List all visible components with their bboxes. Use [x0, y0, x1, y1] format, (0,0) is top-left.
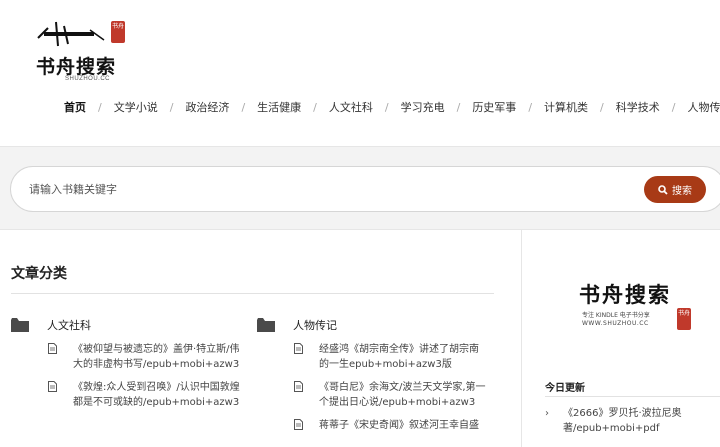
post-item[interactable]: 《敦煌:众人受到召唤》/认识中国敦煌都是不可或缺的/epub+mobi+azw3	[11, 380, 241, 410]
document-icon	[48, 381, 57, 392]
post-title[interactable]: 《敦煌:众人受到召唤》/认识中国敦煌都是不可或缺的/epub+mobi+azw3	[73, 380, 241, 410]
section-title: 文章分类	[11, 266, 67, 282]
document-icon	[294, 343, 303, 354]
section-divider	[11, 293, 494, 294]
sidebar-tagline: 专注 KINDLE 电子书分享	[582, 312, 650, 319]
nav-separator: /	[528, 100, 533, 114]
search-icon	[658, 184, 668, 195]
nav-separator: /	[313, 100, 317, 114]
document-icon	[48, 343, 57, 354]
nav-separator: /	[241, 100, 246, 114]
category-name[interactable]: 人物传记	[293, 317, 337, 333]
logo-subtitle: SHUZHOU.CC	[65, 76, 110, 82]
post-item[interactable]: 《哥白尼》余海文/波兰天文学家,第一个提出日心说/epub+mobi+azw3	[257, 380, 487, 410]
boat-logo-icon	[37, 21, 105, 47]
category-header[interactable]: 人文社科	[11, 316, 241, 334]
nav-item-computer[interactable]: 计算机类	[544, 99, 588, 115]
search-section: 搜索	[0, 146, 720, 230]
folder-icon	[257, 318, 275, 332]
sidebar-url: WWW.SHUZHOU.CC	[582, 320, 649, 327]
post-item[interactable]: 经盛鸿《胡宗南全传》讲述了胡宗南的一生epub+mobi+azw3版	[257, 342, 487, 372]
sidebar-logo-text: 书舟搜索	[579, 282, 671, 307]
category-block: 人文社科 《被仰望与被遗忘的》盖伊·特立斯/伟大的非虚构书写/epub+mobi…	[11, 316, 241, 410]
post-title[interactable]: 《哥白尼》余海文/波兰天文学家,第一个提出日心说/epub+mobi+azw3	[319, 380, 487, 410]
post-item[interactable]: 《被仰望与被遗忘的》盖伊·特立斯/伟大的非虚构书写/epub+mobi+azw3	[11, 342, 241, 372]
sidebar: 书舟搜索 专注 KINDLE 电子书分享 WWW.SHUZHOU.CC 书舟 今…	[523, 230, 720, 447]
main-nav: 首页 / 文学小说 / 政治经济 / 生活健康 / 人文社科 / 学习充电 / …	[64, 99, 720, 115]
nav-separator: /	[384, 100, 389, 114]
document-icon	[294, 381, 303, 392]
logo-seal: 书舟	[111, 21, 125, 43]
category-block: 人物传记 经盛鸿《胡宗南全传》讲述了胡宗南的一生epub+mobi+azw3版 …	[257, 316, 487, 433]
main-content: 文章分类 人文社科 《被仰望与被遗忘的》盖伊·特立斯/伟大的非虚构书写/epub…	[0, 230, 522, 447]
post-item[interactable]: 蒋蒂子《宋史奇闻》叙述河王幸自盛	[257, 418, 487, 433]
category-header[interactable]: 人物传记	[257, 316, 487, 334]
post-title[interactable]: 蒋蒂子《宋史奇闻》叙述河王幸自盛	[319, 418, 487, 433]
post-title[interactable]: 《被仰望与被遗忘的》盖伊·特立斯/伟大的非虚构书写/epub+mobi+azw3	[73, 342, 241, 372]
category-name[interactable]: 人文社科	[47, 317, 91, 333]
sidebar-divider	[545, 396, 720, 397]
nav-item-science-tech[interactable]: 科学技术	[616, 99, 660, 115]
post-title[interactable]: 经盛鸿《胡宗南全传》讲述了胡宗南的一生epub+mobi+azw3版	[319, 342, 487, 372]
nav-separator: /	[600, 100, 604, 114]
nav-item-literature[interactable]: 文学小说	[114, 99, 158, 115]
search-box: 搜索	[10, 166, 720, 212]
sidebar-seal: 书舟	[677, 308, 691, 330]
nav-item-biography[interactable]: 人物传记	[687, 99, 720, 115]
nav-item-life-health[interactable]: 生活健康	[257, 99, 301, 115]
search-button[interactable]: 搜索	[644, 176, 706, 203]
logo-text: 书舟搜索	[36, 56, 117, 78]
site-header: 书舟 书舟搜索 SHUZHOU.CC 首页 / 文学小说 / 政治经济 / 生活…	[0, 0, 720, 146]
sidebar-item-title[interactable]: 《2666》罗贝托·波拉尼奥著/epub+mobi+pdf	[563, 408, 682, 434]
sidebar-list-item[interactable]: › 《2666》罗贝托·波拉尼奥著/epub+mobi+pdf	[545, 406, 715, 436]
site-logo[interactable]: 书舟 书舟搜索 SHUZHOU.CC	[34, 16, 134, 86]
nav-separator: /	[671, 100, 676, 114]
nav-item-home[interactable]: 首页	[64, 99, 86, 115]
nav-item-humanities[interactable]: 人文社科	[329, 99, 373, 115]
document-icon	[294, 419, 303, 430]
nav-item-history-military[interactable]: 历史军事	[472, 99, 516, 115]
search-input[interactable]	[29, 167, 629, 211]
folder-icon	[11, 318, 29, 332]
nav-separator: /	[456, 100, 461, 114]
sidebar-section-title: 今日更新	[545, 383, 585, 394]
search-button-label: 搜索	[672, 186, 692, 197]
chevron-right-icon: ›	[545, 408, 549, 419]
nav-separator: /	[169, 100, 174, 114]
nav-item-politics-economy[interactable]: 政治经济	[185, 99, 229, 115]
nav-item-study[interactable]: 学习充电	[401, 99, 445, 115]
nav-separator: /	[98, 100, 102, 114]
sidebar-logo[interactable]: 书舟搜索 专注 KINDLE 电子书分享 WWW.SHUZHOU.CC 书舟	[579, 279, 719, 334]
